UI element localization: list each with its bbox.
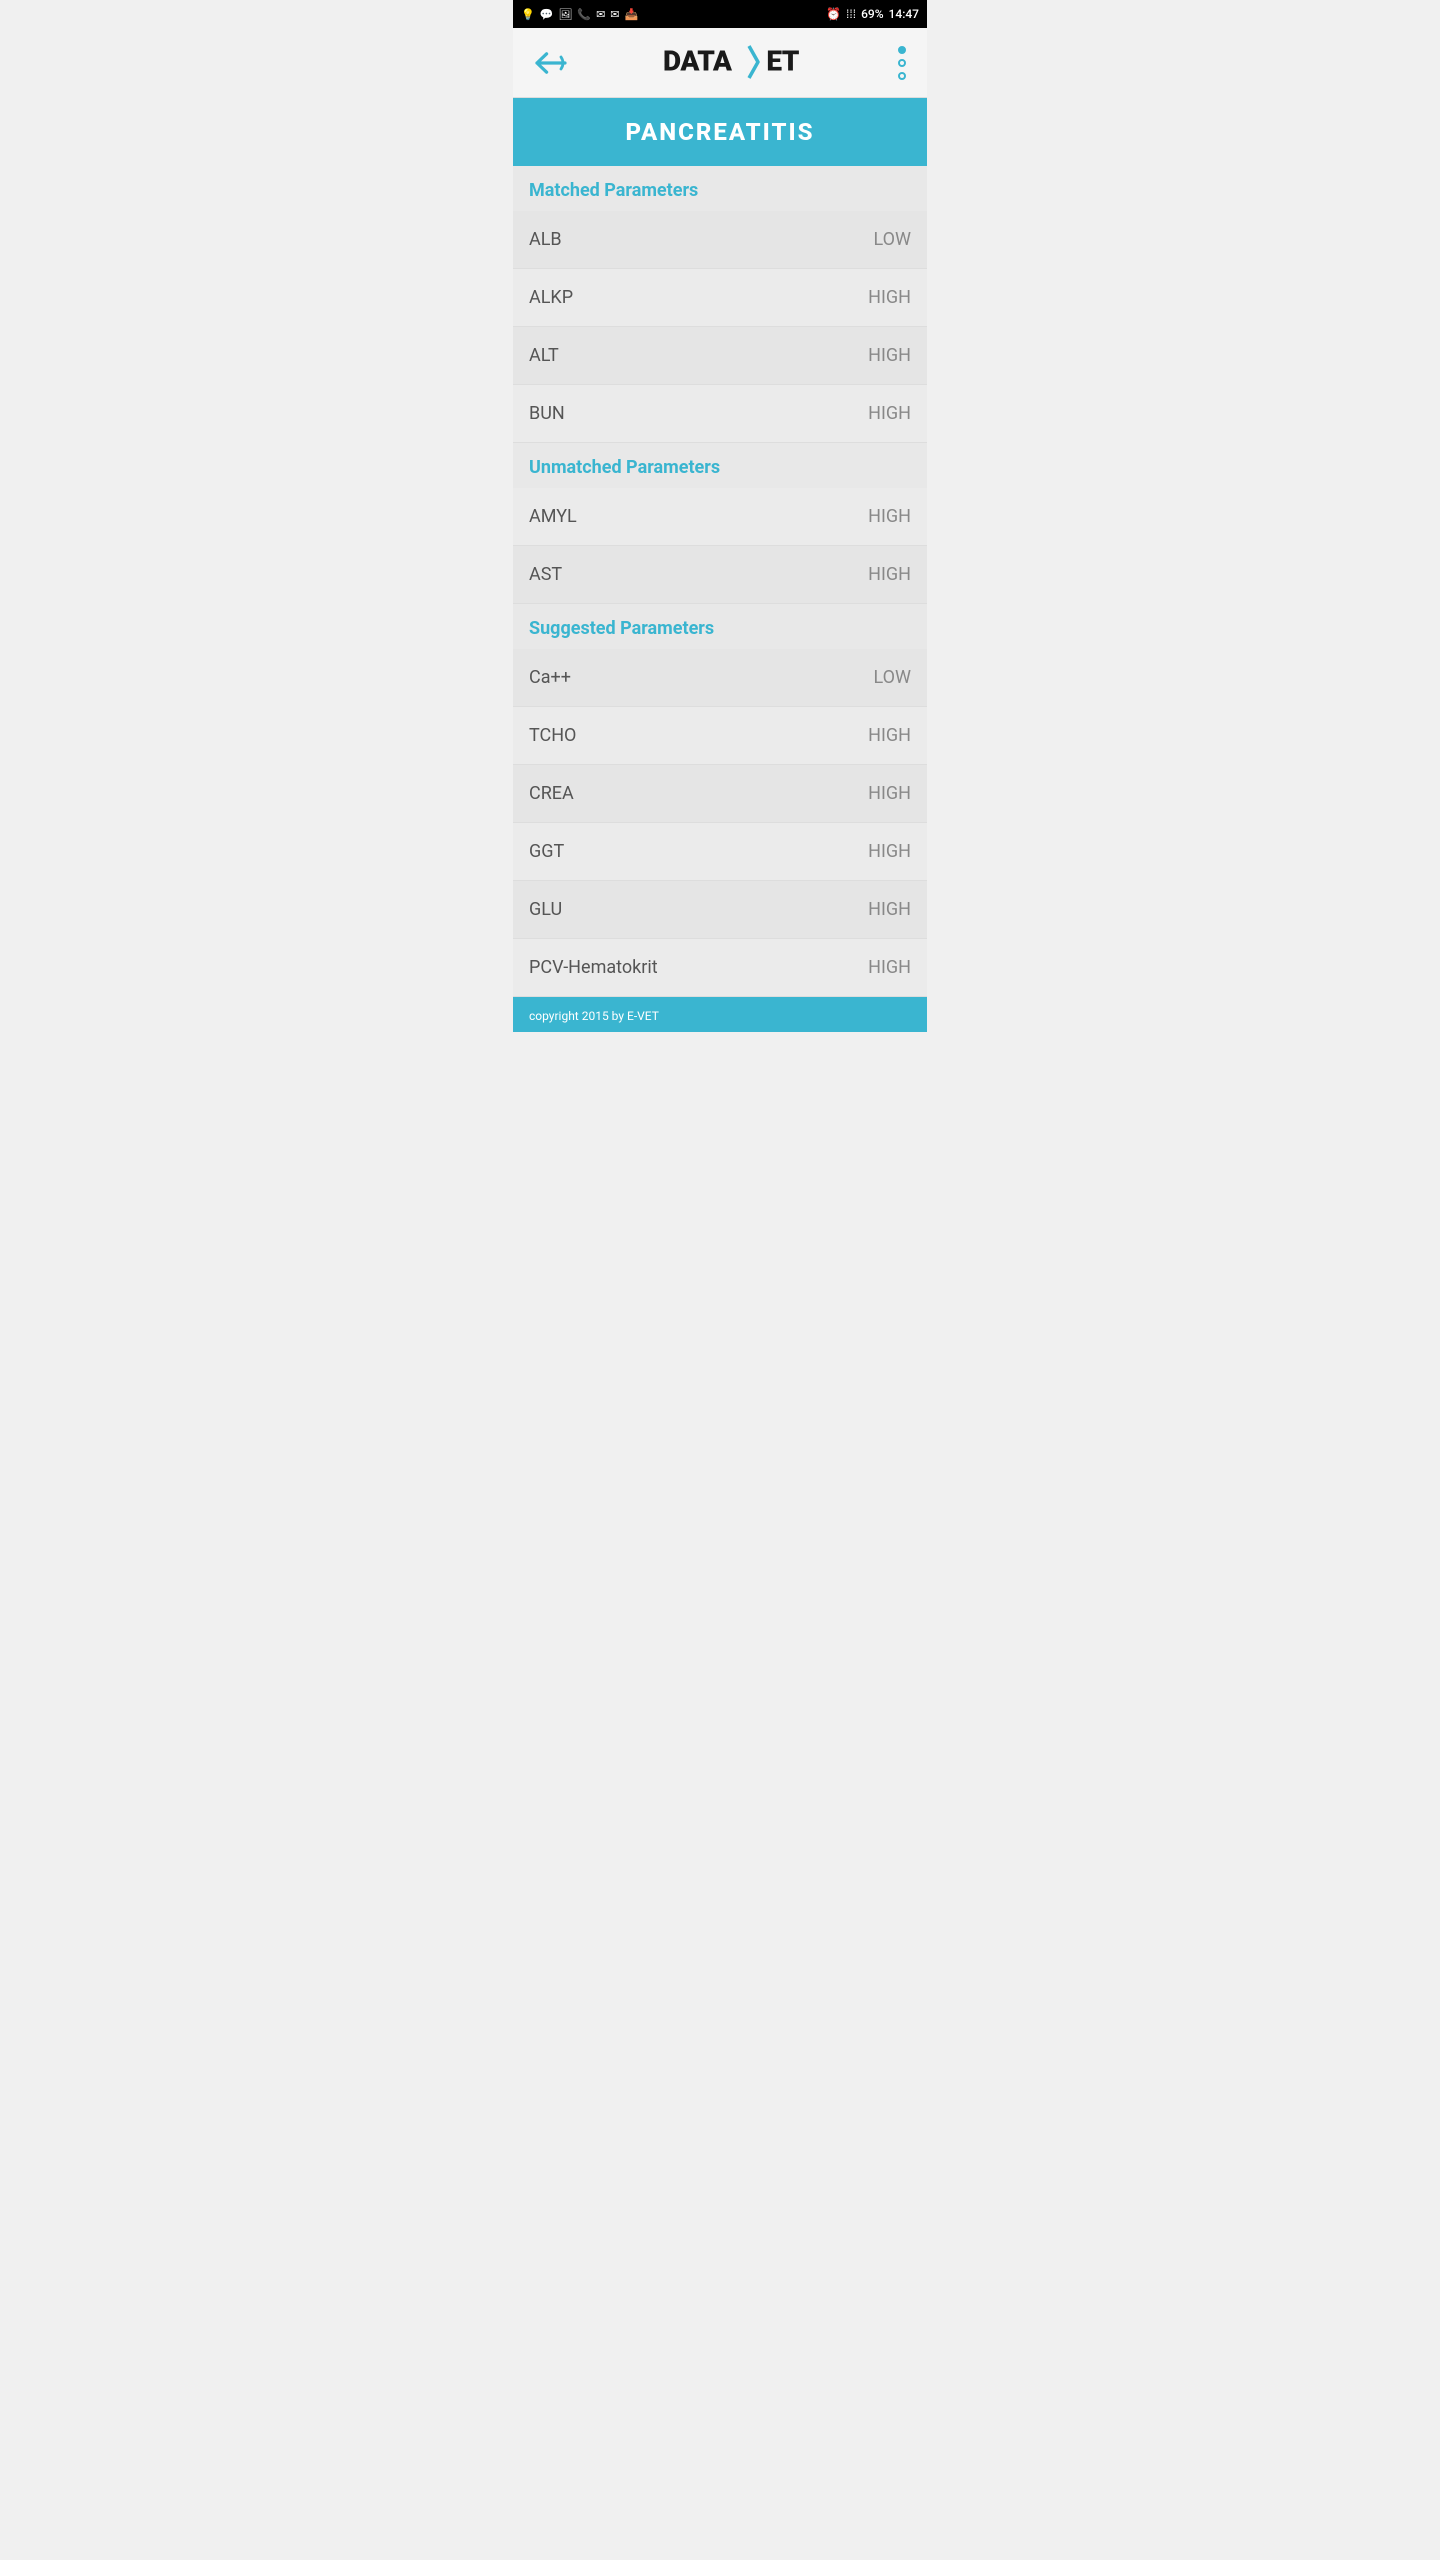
footer-copyright: copyright 2015 by E-VET: [529, 1009, 659, 1023]
param-row-glu: GLU HIGH: [513, 881, 927, 939]
param-name-tcho: TCHO: [529, 725, 576, 746]
inbox-icon: 📥: [625, 8, 639, 21]
unmatched-parameters-section-header: Unmatched Parameters: [513, 443, 927, 488]
footer: copyright 2015 by E-VET: [513, 997, 927, 1032]
param-row-ggt: GGT HIGH: [513, 823, 927, 881]
gmail-icon1: ✉: [596, 8, 605, 21]
image-icon: 🖼: [558, 8, 572, 21]
param-value-ast: HIGH: [868, 564, 911, 585]
param-value-pcv: HIGH: [868, 957, 911, 978]
menu-dot-3: [898, 72, 906, 80]
param-value-alkp: HIGH: [868, 287, 911, 308]
param-name-alt: ALT: [529, 345, 559, 366]
param-value-glu: HIGH: [868, 899, 911, 920]
menu-dot-1: [898, 46, 906, 54]
param-row-bun: BUN HIGH: [513, 385, 927, 443]
param-value-crea: HIGH: [868, 783, 911, 804]
logo: DATA ET: [663, 44, 799, 82]
param-row-tcho: TCHO HIGH: [513, 707, 927, 765]
param-name-ca: Ca++: [529, 667, 571, 688]
param-name-ggt: GGT: [529, 841, 564, 862]
phone-icon: 📞: [577, 8, 591, 21]
back-button[interactable]: [529, 48, 569, 78]
param-name-amyl: AMYL: [529, 506, 577, 527]
param-value-tcho: HIGH: [868, 725, 911, 746]
param-name-crea: CREA: [529, 783, 574, 804]
whatsapp-icon: 💬: [540, 8, 554, 21]
status-bar: 💡 💬 🖼 📞 ✉ ✉ 📥 ⏰ ⁞⁞⁞ 69% 14:47: [513, 0, 927, 28]
param-row-alt: ALT HIGH: [513, 327, 927, 385]
suggested-parameters-section-header: Suggested Parameters: [513, 604, 927, 649]
content-area: Matched Parameters ALB LOW ALKP HIGH ALT…: [513, 166, 927, 997]
diagnosis-title: PANCREATITIS: [625, 118, 814, 146]
status-bar-left: 💡 💬 🖼 📞 ✉ ✉ 📥: [521, 8, 638, 21]
param-row-ca: Ca++ LOW: [513, 649, 927, 707]
alarm-icon: ⏰: [826, 7, 841, 21]
param-value-ca: LOW: [874, 667, 911, 688]
signal-icon: ⁞⁞⁞: [846, 7, 856, 21]
param-row-pcv: PCV-Hematokrit HIGH: [513, 939, 927, 997]
status-bar-right: ⏰ ⁞⁞⁞ 69% 14:47: [826, 7, 919, 21]
matched-parameters-label: Matched Parameters: [529, 180, 698, 201]
param-name-pcv: PCV-Hematokrit: [529, 957, 658, 978]
param-value-alt: HIGH: [868, 345, 911, 366]
param-row-amyl: AMYL HIGH: [513, 488, 927, 546]
param-value-alb: LOW: [874, 229, 911, 250]
param-name-alb: ALB: [529, 229, 562, 250]
param-row-alb: ALB LOW: [513, 211, 927, 269]
param-row-alkp: ALKP HIGH: [513, 269, 927, 327]
param-name-ast: AST: [529, 564, 562, 585]
notification-icon: 💡: [521, 8, 535, 21]
logo-slash: [731, 44, 766, 77]
param-row-crea: CREA HIGH: [513, 765, 927, 823]
gmail-icon2: ✉: [610, 8, 619, 21]
param-value-amyl: HIGH: [868, 506, 911, 527]
title-banner: PANCREATITIS: [513, 98, 927, 166]
suggested-parameters-label: Suggested Parameters: [529, 618, 714, 639]
param-value-ggt: HIGH: [868, 841, 911, 862]
battery-text: 69%: [861, 7, 883, 21]
unmatched-parameters-label: Unmatched Parameters: [529, 457, 720, 478]
menu-dot-2: [898, 59, 906, 67]
param-value-bun: HIGH: [868, 403, 911, 424]
param-name-bun: BUN: [529, 403, 565, 424]
time-text: 14:47: [889, 7, 919, 21]
matched-parameters-section-header: Matched Parameters: [513, 166, 927, 211]
param-row-ast: AST HIGH: [513, 546, 927, 604]
param-name-alkp: ALKP: [529, 287, 573, 308]
menu-button[interactable]: [893, 41, 911, 85]
param-name-glu: GLU: [529, 899, 562, 920]
header: DATA ET: [513, 28, 927, 98]
